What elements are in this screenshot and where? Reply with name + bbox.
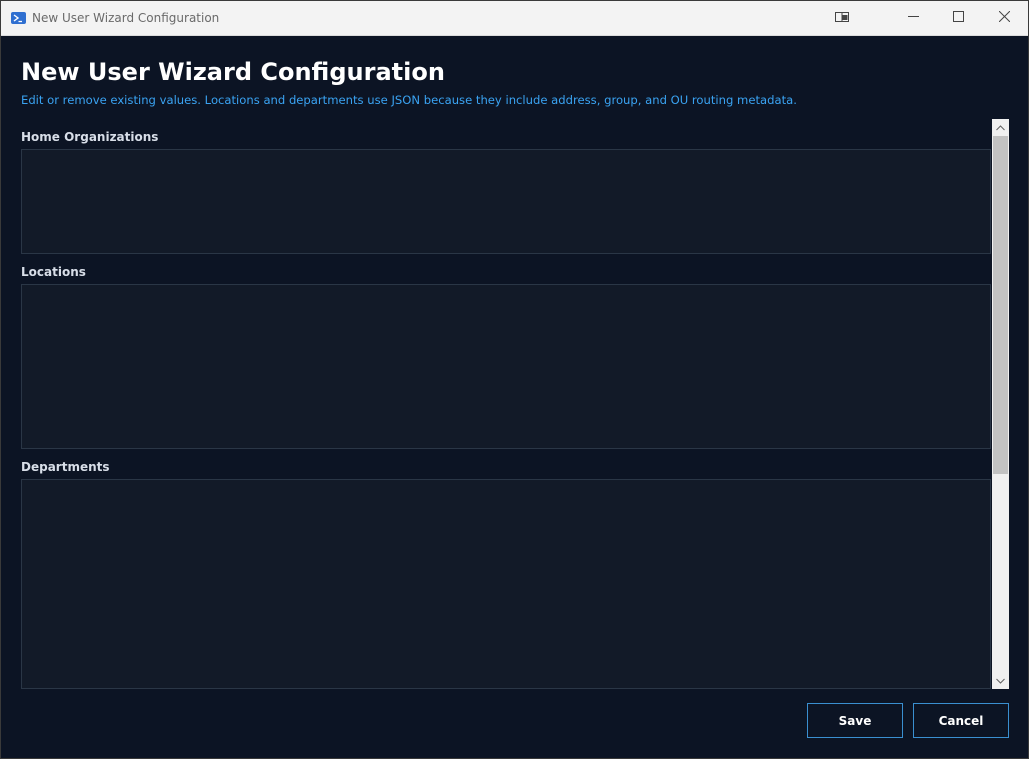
chevron-down-icon xyxy=(996,676,1005,686)
departments-label: Departments xyxy=(21,460,110,474)
scroll-down-button[interactable] xyxy=(992,672,1009,689)
locations-field[interactable] xyxy=(21,284,991,449)
window-title: New User Wizard Configuration xyxy=(32,11,220,25)
title-bar: New User Wizard Configuration xyxy=(1,1,1028,36)
locations-label: Locations xyxy=(21,265,86,279)
close-icon xyxy=(998,9,1010,27)
scroll-up-button[interactable] xyxy=(992,119,1009,136)
minimize-icon xyxy=(907,9,919,27)
snap-layout-button[interactable] xyxy=(819,1,865,35)
content-area: New User Wizard Configuration Edit or re… xyxy=(1,36,1028,758)
snap-layout-icon xyxy=(835,9,849,27)
departments-field[interactable] xyxy=(21,479,991,689)
vertical-scrollbar[interactable] xyxy=(992,119,1009,689)
app-window: New User Wizard Configuration New User W… xyxy=(0,0,1029,759)
powershell-icon xyxy=(11,12,26,24)
minimize-button[interactable] xyxy=(890,1,936,35)
chevron-up-icon xyxy=(996,123,1005,133)
page-description: Edit or remove existing values. Location… xyxy=(21,93,797,107)
home-organizations-label: Home Organizations xyxy=(21,130,159,144)
close-button[interactable] xyxy=(981,1,1027,35)
cancel-button[interactable]: Cancel xyxy=(913,703,1009,738)
save-button[interactable]: Save xyxy=(807,703,903,738)
page-title: New User Wizard Configuration xyxy=(21,58,445,86)
maximize-button[interactable] xyxy=(935,1,981,35)
scrollbar-thumb[interactable] xyxy=(993,136,1008,474)
home-organizations-field[interactable] xyxy=(21,149,991,254)
maximize-icon xyxy=(952,9,964,27)
